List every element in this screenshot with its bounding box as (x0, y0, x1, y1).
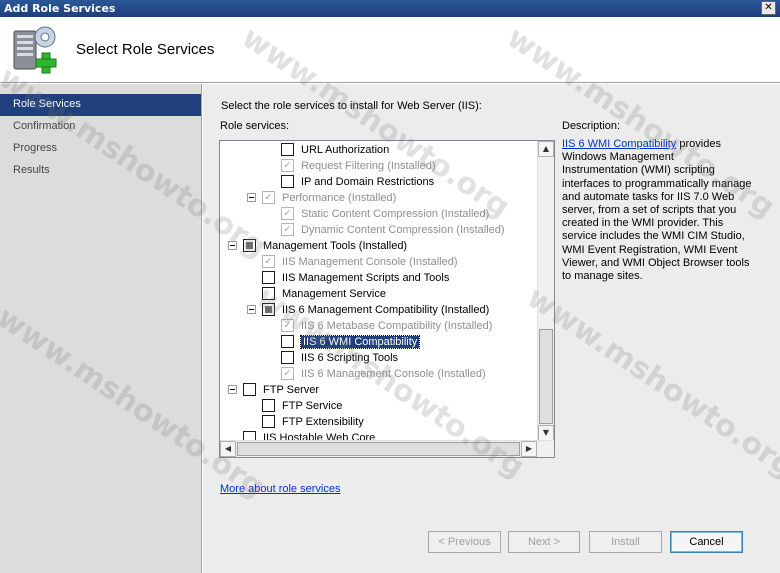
tree-item[interactable]: FTP Server (243, 382, 319, 398)
check-icon: ✓ (283, 159, 292, 171)
tree-item-label: FTP Extensibility (282, 416, 364, 429)
checkbox: ✓ (281, 206, 294, 220)
collapse-management-tools-icon[interactable] (228, 241, 237, 250)
checkbox: ✓ (281, 222, 294, 236)
tree-item[interactable]: IP and Domain Restrictions (281, 174, 434, 190)
vertical-scroll-thumb[interactable] (539, 329, 553, 424)
tree-item: ✓ IIS 6 Management Console (Installed) (281, 366, 486, 382)
tree-item: ✓ Request Filtering (Installed) (281, 158, 436, 174)
scroll-down-icon[interactable]: ▼ (538, 425, 554, 441)
window-title: Add Role Services (4, 2, 116, 15)
sidebar-item-role-services[interactable]: Role Services (0, 94, 201, 116)
description-title: Description: (562, 120, 621, 132)
checkbox[interactable] (262, 398, 275, 412)
check-icon: ✓ (283, 367, 292, 379)
sidebar-item-confirmation[interactable]: Confirmation (0, 116, 201, 138)
checkbox[interactable] (281, 334, 294, 348)
server-roles-add-icon (13, 26, 57, 74)
checkbox[interactable] (262, 286, 275, 300)
tree-item-label: IIS 6 Management Console (Installed) (301, 368, 486, 381)
tree-item-label: Request Filtering (Installed) (301, 160, 436, 173)
tree-item-label: IIS Management Scripts and Tools (282, 272, 450, 285)
more-about-role-services-link[interactable]: More about role services (220, 483, 340, 495)
description-link[interactable]: IIS 6 WMI Compatibility (562, 138, 676, 150)
tree-item[interactable]: IIS 6 Scripting Tools (281, 350, 398, 366)
tree-item: ✓ Dynamic Content Compression (Installed) (281, 222, 505, 238)
install-button[interactable]: Install (589, 531, 662, 553)
sidebar-item-progress[interactable]: Progress (0, 138, 201, 160)
checkbox[interactable] (281, 350, 294, 364)
checkbox: ✓ (262, 190, 275, 204)
scroll-left-icon[interactable]: ◀ (220, 441, 236, 457)
tree-item[interactable]: IIS 6 Management Compatibility (Installe… (262, 302, 489, 318)
check-icon: ✓ (283, 319, 292, 331)
tree-item-label: IIS 6 Metabase Compatibility (Installed) (301, 320, 493, 333)
tree-item[interactable]: Management Service (262, 286, 386, 302)
checkbox[interactable] (262, 302, 275, 316)
tree-item-label: FTP Service (282, 400, 343, 413)
next-button[interactable]: Next > (508, 531, 580, 553)
tree-item-label: IIS 6 Management Compatibility (Installe… (282, 304, 490, 317)
checkbox[interactable] (243, 382, 256, 396)
horizontal-scroll-thumb[interactable] (237, 442, 520, 456)
checkbox: ✓ (281, 158, 294, 172)
tree-horizontal-scrollbar[interactable]: ◀ ▶ (220, 440, 554, 457)
role-services-tree[interactable]: URL Authorization ✓ Request Filtering (In… (219, 140, 555, 458)
tree-item-label: Management Tools (Installed) (263, 240, 408, 253)
tree-item-label: FTP Server (263, 384, 320, 397)
tree-item[interactable]: IIS Management Scripts and Tools (262, 270, 449, 286)
checkbox[interactable] (281, 142, 294, 156)
collapse-performance-icon[interactable] (247, 193, 256, 202)
tree-item: ✓ IIS Management Console (Installed) (262, 254, 457, 270)
description-text: IIS 6 WMI Compatibility provides Windows… (562, 138, 752, 283)
wizard-main: Select the role services to install for … (203, 84, 780, 573)
tree-item-label: URL Authorization (301, 144, 390, 157)
tree-item: ✓ Performance (Installed) (262, 190, 396, 206)
tree-item-selected[interactable]: IIS 6 WMI Compatibility (281, 334, 421, 350)
checkbox[interactable] (262, 414, 275, 428)
tree-item[interactable]: FTP Extensibility (262, 414, 364, 430)
tree-item-label: Performance (Installed) (282, 192, 397, 205)
wizard-header: Select Role Services (0, 17, 780, 83)
check-icon: ✓ (283, 223, 292, 235)
close-icon: ✕ (764, 2, 773, 13)
tree-item: ✓ IIS 6 Metabase Compatibility (Installed… (281, 318, 492, 334)
tree-item[interactable]: Management Tools (Installed) (243, 238, 407, 254)
sidebar-item-results[interactable]: Results (0, 160, 201, 182)
checkbox: ✓ (281, 318, 294, 332)
close-button[interactable]: ✕ (761, 1, 776, 15)
tree-item-label: Static Content Compression (Installed) (301, 208, 490, 221)
checkbox: ✓ (281, 366, 294, 380)
check-icon: ✓ (283, 207, 292, 219)
tree-item-label: IIS 6 Scripting Tools (301, 352, 399, 365)
cancel-button[interactable]: Cancel (670, 531, 743, 553)
tree-item-label: IP and Domain Restrictions (301, 176, 435, 189)
tree-item-label: Dynamic Content Compression (Installed) (301, 224, 505, 237)
check-icon: ✓ (264, 191, 273, 203)
wizard-sidebar: Role Services Confirmation Progress Resu… (0, 84, 202, 573)
intro-text: Select the role services to install for … (221, 100, 482, 112)
checkbox[interactable] (243, 238, 256, 252)
tree-item-label: IIS Management Console (Installed) (282, 256, 458, 269)
scroll-up-icon[interactable]: ▲ (538, 141, 554, 157)
scroll-right-icon[interactable]: ▶ (521, 441, 537, 457)
tree-item-label: IIS 6 WMI Compatibility (299, 335, 421, 350)
tree-item[interactable]: FTP Service (262, 398, 342, 414)
previous-button[interactable]: < Previous (428, 531, 501, 553)
checkbox[interactable] (262, 270, 275, 284)
collapse-ftp-server-icon[interactable] (228, 385, 237, 394)
tree-vertical-scrollbar[interactable]: ▲ ▼ (537, 141, 554, 442)
role-services-label: Role services: (220, 120, 290, 132)
tree-item[interactable]: URL Authorization (281, 142, 389, 158)
collapse-iis6-compat-icon[interactable] (247, 305, 256, 314)
tree-item-label: Management Service (282, 288, 386, 301)
description-body: provides Windows Management Instrumentat… (562, 138, 752, 283)
page-title: Select Role Services (76, 41, 215, 58)
checkbox[interactable] (281, 174, 294, 188)
tree-item: ✓ Static Content Compression (Installed) (281, 206, 489, 222)
window-titlebar: Add Role Services ✕ (0, 0, 780, 17)
check-icon: ✓ (264, 255, 273, 267)
checkbox: ✓ (262, 254, 275, 268)
